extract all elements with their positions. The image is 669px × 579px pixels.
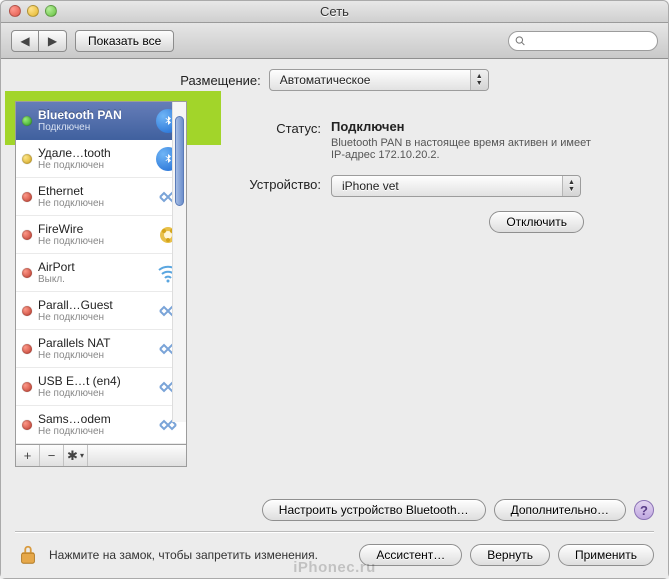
service-item[interactable]: USB E…t (en4)Не подключен: [16, 368, 186, 406]
location-popup[interactable]: Автоматическое ▲▼: [269, 69, 489, 91]
device-value: iPhone vet: [342, 179, 399, 193]
location-row: Размещение: Автоматическое ▲▼: [15, 69, 654, 91]
lock-icon[interactable]: [15, 542, 41, 568]
forward-button[interactable]: ▶: [39, 30, 67, 52]
device-label: Устройство:: [211, 175, 331, 197]
item-name: FireWire: [38, 222, 150, 236]
status-description: Bluetooth PAN в настоящее время активен …: [331, 137, 591, 161]
item-text: FireWireНе подключен: [38, 222, 150, 247]
advanced-button[interactable]: Дополнительно…: [494, 499, 626, 521]
item-text: Удале…toothНе подключен: [38, 146, 150, 171]
search-icon: [515, 35, 526, 47]
item-name: Sams…odem: [38, 412, 150, 426]
item-text: Parall…GuestНе подключен: [38, 298, 150, 323]
assistant-button[interactable]: Ассистент…: [359, 544, 462, 566]
window-title: Сеть: [320, 4, 349, 19]
search-input[interactable]: [530, 35, 651, 47]
list-footer: + − ✱: [15, 445, 187, 467]
item-sub: Не подключен: [38, 350, 150, 361]
apply-button[interactable]: Применить: [558, 544, 654, 566]
item-sub: Не подключен: [38, 426, 150, 437]
chevron-updown-icon: ▲▼: [562, 176, 580, 196]
titlebar: Сеть: [1, 1, 668, 23]
item-sub: Не подключен: [38, 160, 150, 171]
item-text: Sams…odemНе подключен: [38, 412, 150, 437]
divider: [15, 531, 654, 532]
status-dot-icon: [22, 154, 32, 164]
lock-row: Нажмите на замок, чтобы запретить измене…: [15, 536, 654, 568]
item-text: Parallels NATНе подключен: [38, 336, 150, 361]
disconnect-button[interactable]: Отключить: [489, 211, 584, 233]
service-item[interactable]: Sams…odemНе подключен: [16, 406, 186, 444]
show-all-button[interactable]: Показать все: [75, 30, 174, 52]
add-service-button[interactable]: +: [16, 445, 40, 466]
close-window-button[interactable]: [9, 5, 21, 17]
item-text: AirPortВыкл.: [38, 260, 150, 285]
chevron-updown-icon: ▲▼: [470, 70, 488, 90]
action-buttons: Ассистент… Вернуть Применить: [359, 544, 654, 566]
action-menu-button[interactable]: ✱: [64, 445, 88, 466]
config-strip: Настроить устройство Bluetooth… Дополнит…: [201, 493, 654, 527]
status-dot-icon: [22, 344, 32, 354]
item-text: Bluetooth PANПодключен: [38, 108, 150, 133]
item-name: Ethernet: [38, 184, 150, 198]
lock-text: Нажмите на замок, чтобы запретить измене…: [49, 548, 318, 562]
item-sub: Не подключен: [38, 198, 150, 209]
device-popup[interactable]: iPhone vet ▲▼: [331, 175, 581, 197]
status-dot-icon: [22, 268, 32, 278]
item-name: AirPort: [38, 260, 150, 274]
toolbar: ◀ ▶ Показать все: [1, 23, 668, 59]
scrollbar-thumb[interactable]: [175, 116, 184, 206]
item-name: Bluetooth PAN: [38, 108, 150, 122]
service-item[interactable]: Parall…GuestНе подключен: [16, 292, 186, 330]
item-sub: Не подключен: [38, 312, 150, 323]
service-item[interactable]: EthernetНе подключен: [16, 178, 186, 216]
status-dot-icon: [22, 230, 32, 240]
revert-button[interactable]: Вернуть: [470, 544, 550, 566]
item-text: EthernetНе подключен: [38, 184, 150, 209]
item-sub: Не подключен: [38, 388, 150, 399]
window: Сеть ◀ ▶ Показать все Размещение: Автома…: [0, 0, 669, 579]
nav-segmented: ◀ ▶: [11, 30, 67, 52]
search-field[interactable]: [508, 31, 658, 51]
service-item[interactable]: AirPortВыкл.: [16, 254, 186, 292]
item-sub: Подключен: [38, 122, 150, 133]
status-label: Статус:: [211, 119, 331, 161]
sidebar: Bluetooth PANПодключенУдале…toothНе подк…: [15, 101, 187, 467]
minimize-window-button[interactable]: [27, 5, 39, 17]
help-button[interactable]: ?: [634, 500, 654, 520]
item-sub: Не подключен: [38, 236, 150, 247]
item-name: Parallels NAT: [38, 336, 150, 350]
status-dot-icon: [22, 116, 32, 126]
service-item[interactable]: FireWireНе подключен: [16, 216, 186, 254]
device-row: Устройство: iPhone vet ▲▼: [211, 175, 644, 197]
status-row: Статус: Подключен Bluetooth PAN в настоя…: [211, 119, 644, 161]
content-area: Размещение: Автоматическое ▲▼ Bluetooth …: [1, 59, 668, 578]
scrollbar[interactable]: [172, 102, 186, 422]
zoom-window-button[interactable]: [45, 5, 57, 17]
service-item[interactable]: Bluetooth PANПодключен: [16, 102, 186, 140]
service-list[interactable]: Bluetooth PANПодключенУдале…toothНе подк…: [15, 101, 187, 445]
status-dot-icon: [22, 420, 32, 430]
service-item[interactable]: Удале…toothНе подключен: [16, 140, 186, 178]
status-value: Подключен: [331, 119, 644, 134]
status-dot-icon: [22, 306, 32, 316]
remove-service-button[interactable]: −: [40, 445, 64, 466]
configure-bluetooth-button[interactable]: Настроить устройство Bluetooth…: [262, 499, 486, 521]
status-dot-icon: [22, 192, 32, 202]
item-text: USB E…t (en4)Не подключен: [38, 374, 150, 399]
location-label: Размещение:: [180, 73, 261, 88]
main-row: Bluetooth PANПодключенУдале…toothНе подк…: [15, 101, 654, 527]
item-sub: Выкл.: [38, 274, 150, 285]
item-name: Удале…tooth: [38, 146, 150, 160]
status-dot-icon: [22, 382, 32, 392]
details-pane: Статус: Подключен Bluetooth PAN в настоя…: [201, 101, 654, 527]
item-name: Parall…Guest: [38, 298, 150, 312]
back-button[interactable]: ◀: [11, 30, 39, 52]
item-name: USB E…t (en4): [38, 374, 150, 388]
location-value: Автоматическое: [280, 73, 371, 87]
traffic-lights: [9, 5, 57, 17]
service-item[interactable]: Parallels NATНе подключен: [16, 330, 186, 368]
